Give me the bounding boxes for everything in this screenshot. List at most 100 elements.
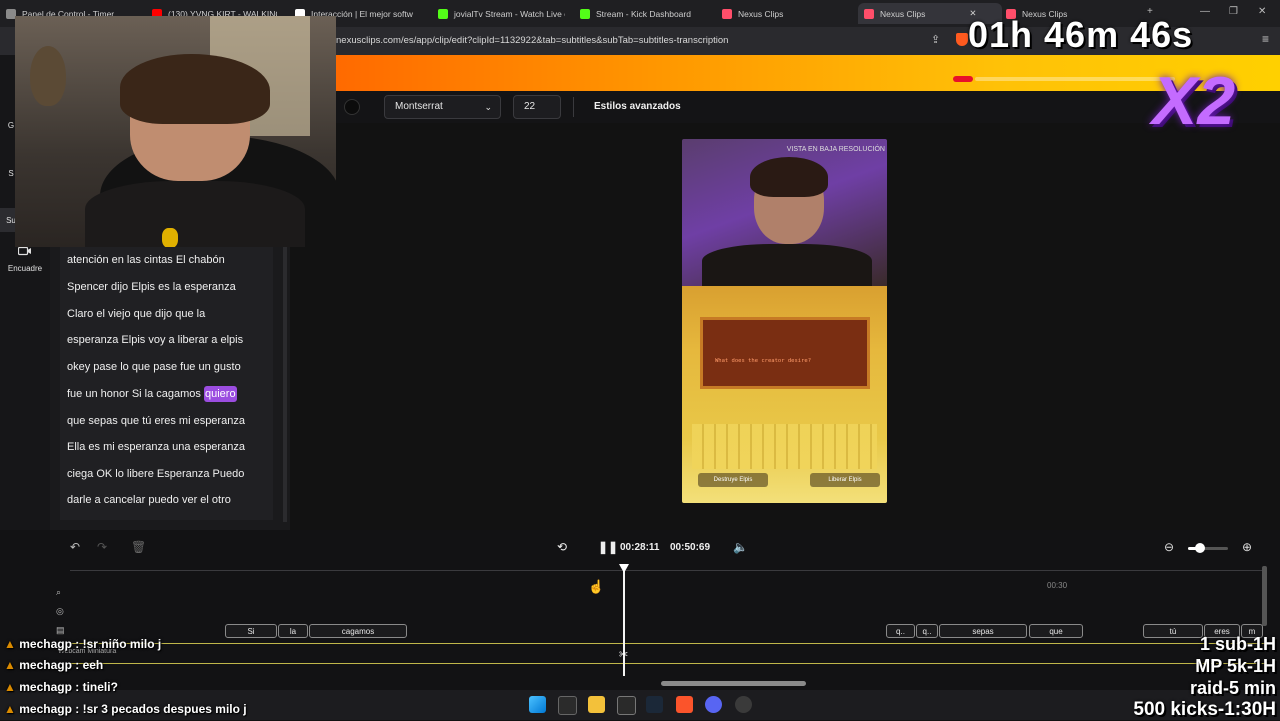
game-monitor: What does the creator desire? bbox=[700, 317, 870, 389]
highlighted-word[interactable]: quiero bbox=[203, 386, 237, 402]
chat-message: ▲ mechagp : eeh bbox=[4, 658, 104, 672]
steam-icon[interactable] bbox=[646, 696, 663, 713]
chat-badge-icon: ▲ bbox=[4, 680, 16, 694]
brave-shield-icon[interactable] bbox=[956, 33, 968, 46]
style-track-icon[interactable]: ◎ bbox=[56, 606, 64, 617]
timeline-ruler bbox=[70, 570, 1265, 571]
person-hair bbox=[120, 54, 270, 124]
progress-track bbox=[975, 77, 1175, 81]
volume-icon[interactable]: 🔈 bbox=[733, 540, 748, 554]
rewind-icon[interactable]: ⟲ bbox=[557, 540, 567, 554]
undo-icon[interactable]: ↶ bbox=[70, 540, 80, 554]
transcript-line[interactable]: okey pase lo que pase fue un gusto bbox=[67, 361, 241, 373]
total-duration: 00:50:69 bbox=[670, 542, 711, 553]
trash-icon[interactable]: 🗑 bbox=[131, 540, 146, 554]
video-preview[interactable]: What does the creator desire? VISTA EN B… bbox=[682, 139, 887, 503]
transcript-scrollbar[interactable] bbox=[283, 247, 287, 522]
transcript-line[interactable]: ciega OK lo libere Esperanza Puedo bbox=[67, 468, 244, 480]
obs-icon[interactable] bbox=[735, 696, 752, 713]
advanced-styles-button[interactable]: Estilos avanzados bbox=[586, 95, 689, 119]
discord-icon[interactable] bbox=[705, 696, 722, 713]
game-screen-text: What does the creator desire? bbox=[715, 358, 812, 364]
menu-icon[interactable]: ≡ bbox=[1262, 32, 1269, 46]
font-select[interactable]: Montserrat ⌄ bbox=[384, 95, 501, 119]
windows-start-icon[interactable] bbox=[529, 696, 546, 713]
subtitle-segment[interactable]: la bbox=[278, 624, 308, 638]
subtitle-segment[interactable]: cagamos bbox=[309, 624, 407, 638]
pause-icon[interactable]: ❚❚ bbox=[598, 540, 618, 554]
tab-kick-stream[interactable]: jovialTv Stream - Watch Live o bbox=[438, 3, 565, 24]
chat-message: ▲ mechagp : tineli? bbox=[4, 680, 118, 694]
progress-indicator bbox=[953, 76, 973, 82]
text-track-icon[interactable]: ⌕ bbox=[56, 587, 61, 598]
pineapple-decor bbox=[30, 46, 66, 106]
multiplier-badge: X2 bbox=[1152, 63, 1236, 139]
low-resolution-label: VISTA EN BAJA RESOLUCIÓN bbox=[786, 146, 885, 153]
color-swatch[interactable] bbox=[344, 99, 360, 115]
zoom-in-icon[interactable]: ⊕ bbox=[1242, 540, 1252, 554]
redo-icon[interactable]: ↷ bbox=[97, 540, 107, 554]
close-window-icon[interactable]: ✕ bbox=[1258, 6, 1266, 17]
game-keyboard bbox=[692, 424, 877, 469]
tab-nexus-clips-1[interactable]: Nexus Clips bbox=[722, 3, 847, 24]
url-field[interactable]: nexusclips.com/es/app/clip/edit?clipId=1… bbox=[336, 31, 926, 51]
transcript-line[interactable]: esperanza Elpis voy a liberar a elpis bbox=[67, 334, 243, 346]
chevron-down-icon: ⌄ bbox=[484, 102, 492, 112]
playhead-handle[interactable] bbox=[619, 564, 629, 573]
transcript-line[interactable]: atención en las cintas El chabón bbox=[67, 254, 225, 266]
nexus-clips-icon bbox=[864, 8, 874, 19]
file-explorer-icon[interactable] bbox=[588, 696, 605, 713]
toolbar-divider bbox=[573, 97, 574, 117]
stream-timer: 01h 46m 46s bbox=[968, 14, 1194, 55]
subtitle-segment[interactable]: Si bbox=[225, 624, 277, 638]
pineapple-necklace bbox=[162, 228, 178, 247]
subtitle-segment[interactable]: que bbox=[1029, 624, 1083, 638]
chat-message: ▲ mechagp : !sr niño milo j bbox=[4, 637, 162, 651]
chat-message: ▲ mechagp : !sr 3 pecados despues milo j bbox=[4, 702, 247, 716]
subtitle-segment[interactable]: q.. bbox=[886, 624, 915, 638]
goal-subs: 1 sub-1H bbox=[1199, 634, 1276, 654]
preview-shirt bbox=[702, 244, 872, 286]
terminal-icon[interactable] bbox=[558, 696, 577, 715]
goal-mp: MP 5k-1H bbox=[1195, 656, 1276, 676]
sidebar-item-encuadre[interactable]: Encuadre bbox=[0, 264, 50, 273]
current-time: 00:28:11 bbox=[620, 542, 660, 553]
chat-badge-icon: ▲ bbox=[4, 637, 16, 651]
ruler-tick-label: 00:30 bbox=[1047, 581, 1068, 590]
maximize-icon[interactable]: ❐ bbox=[1229, 6, 1238, 17]
goal-raid: raid-5 min bbox=[1189, 678, 1276, 698]
transcript-line[interactable]: Claro el viejo que dijo que la bbox=[67, 308, 205, 320]
person-shirt bbox=[85, 181, 305, 247]
transcript-line[interactable]: Ella es mi esperanza una esperanza bbox=[67, 441, 245, 453]
zoom-out-icon[interactable]: ⊖ bbox=[1164, 540, 1174, 554]
font-size-input[interactable]: 22 bbox=[513, 95, 561, 119]
webcam-overlay bbox=[15, 16, 336, 247]
zoom-slider-thumb[interactable] bbox=[1195, 543, 1205, 553]
brave-browser-icon[interactable] bbox=[676, 696, 693, 713]
choice-button-right: Liberar Elpis bbox=[810, 473, 880, 487]
minimize-icon[interactable]: — bbox=[1200, 6, 1210, 17]
transcript-line[interactable]: fue un honor Si la cagamos quiero bbox=[67, 386, 237, 402]
share-icon[interactable]: ⇪ bbox=[931, 33, 940, 46]
chat-badge-icon: ▲ bbox=[4, 702, 16, 716]
choice-button-left: Destruye Elpis bbox=[698, 473, 768, 487]
kick-icon bbox=[438, 8, 448, 19]
epic-games-icon[interactable] bbox=[617, 696, 636, 715]
transcript-line[interactable]: Spencer dijo Elpis es la esperanza bbox=[67, 281, 236, 293]
subtitle-track-icon[interactable]: ▤ bbox=[56, 625, 65, 636]
transcript-line[interactable]: darle a cancelar puedo ver el otro bbox=[67, 494, 231, 506]
timeline-panel bbox=[0, 530, 1280, 690]
chat-badge-icon: ▲ bbox=[4, 658, 16, 672]
mouse-cursor-icon: ☝ bbox=[588, 579, 605, 594]
timeline-vertical-scrollbar[interactable] bbox=[1262, 566, 1267, 626]
timeline-horizontal-scrollbar[interactable] bbox=[661, 681, 806, 686]
subtitle-segment[interactable]: q.. bbox=[916, 624, 938, 638]
subtitle-segment[interactable]: sepas bbox=[939, 624, 1027, 638]
subtitle-segment[interactable]: tú bbox=[1143, 624, 1203, 638]
track-line bbox=[70, 643, 1265, 644]
goal-kicks: 500 kicks-1:30H bbox=[1133, 699, 1276, 720]
kick-icon bbox=[580, 8, 590, 19]
scissors-icon[interactable]: ✂ bbox=[619, 648, 628, 661]
tab-kick-dashboard[interactable]: Stream - Kick Dashboard bbox=[580, 3, 705, 24]
transcript-line[interactable]: que sepas que tú eres mi esperanza bbox=[67, 415, 245, 427]
